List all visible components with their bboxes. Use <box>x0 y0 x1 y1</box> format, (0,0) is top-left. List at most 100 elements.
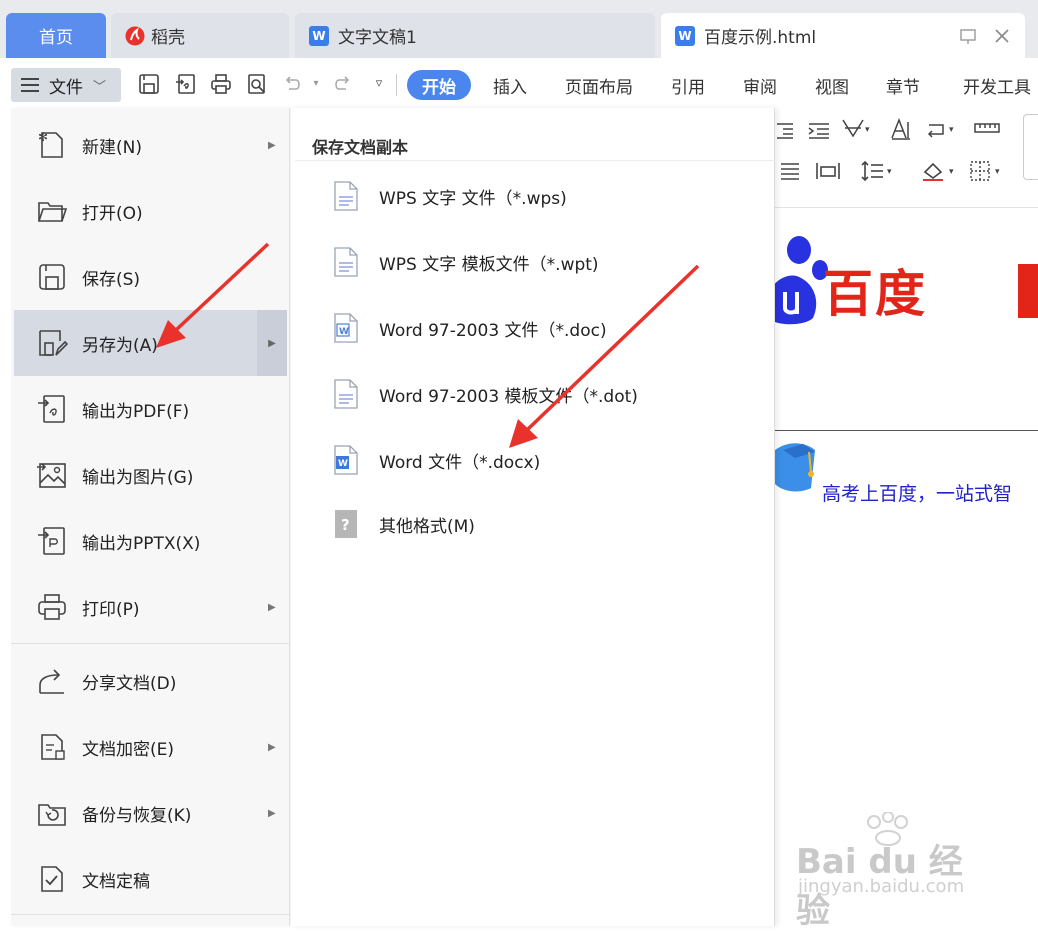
text-direction-icon[interactable]: ▾ <box>841 118 871 145</box>
align-justify-icon[interactable] <box>779 160 801 187</box>
menu-divider <box>11 643 290 644</box>
menu-item-label: 输出为图片(G) <box>82 467 194 488</box>
document-canvas: 百度 高考上百度，一站式智 Bai du 经验 jingyan.baidu.co… <box>775 208 1038 931</box>
save-icon[interactable] <box>138 73 160 95</box>
tab-bar: 首页 稻壳 W 文字文稿1 W 百度示例.html <box>0 0 1038 58</box>
line-break-icon[interactable]: ▾ <box>925 120 959 145</box>
tab-daoke-label: 稻壳 <box>151 28 185 48</box>
submenu-arrow-icon: ▶ <box>257 310 287 376</box>
document-link-text[interactable]: 高考上百度，一站式智 <box>822 479 1012 506</box>
ribbon-tab-developer[interactable]: 开发工具 <box>963 73 1031 98</box>
file-menu: ✻ 新建(N) ▶ 打开(O) 保存(S) 另存为(A) ▶ 输出为PDF(F)… <box>11 108 290 926</box>
tab-doc1-label: 文字文稿1 <box>338 28 417 48</box>
formatting-ribbon: ▾ ▾ ▾ ▾ ▾ <box>775 112 1038 208</box>
ribbon-tab-references[interactable]: 引用 <box>671 73 705 98</box>
save-as-submenu: 保存文档副本 WPS 文字 文件（*.wps) WPS 文字 模板文件（*.wp… <box>291 108 775 926</box>
word-template-icon <box>334 379 358 409</box>
submenu-item-label: Word 97-2003 模板文件（*.dot) <box>379 386 638 407</box>
menu-item-label: 输出为PDF(F) <box>82 401 190 422</box>
menu-item-export-pdf[interactable]: 输出为PDF(F) <box>14 376 287 442</box>
menu-item-label: 分享文档(D) <box>82 673 177 694</box>
menu-item-label: 保存(S) <box>82 269 141 290</box>
submenu-item-label: WPS 文字 模板文件（*.wpt) <box>379 254 599 275</box>
ruler-icon[interactable] <box>973 118 1001 143</box>
menu-item-label: 打开(O) <box>82 203 143 224</box>
ribbon-tab-start[interactable]: 开始 <box>407 70 471 100</box>
text-effect-icon[interactable] <box>889 117 913 145</box>
tab-active-label: 百度示例.html <box>704 28 817 48</box>
word-doc-icon: W <box>334 313 358 343</box>
line-spacing-icon[interactable]: ▾ <box>861 160 897 187</box>
submenu-arrow-icon: ▶ <box>268 741 276 753</box>
menu-item-label: 备份与恢复(K) <box>82 805 192 826</box>
file-menu-button[interactable]: 文件 ﹀ <box>11 68 121 102</box>
watermark-url-text: jingyan.baidu.com <box>798 876 965 897</box>
menu-item-save-as[interactable]: 另存为(A) ▶ <box>14 310 287 376</box>
ribbon-tab-page-layout[interactable]: 页面布局 <box>565 73 633 98</box>
submenu-item-label: Word 文件（*.docx) <box>379 452 541 473</box>
increase-indent-icon[interactable] <box>807 120 831 145</box>
print-preview-icon[interactable] <box>246 73 268 95</box>
menu-item-label: 文档定稿 <box>82 871 150 892</box>
borders-icon[interactable]: ▾ <box>969 160 1007 187</box>
redo-icon[interactable] <box>331 73 353 95</box>
baidu-logo-text: 百度 <box>823 265 927 323</box>
save-as-doc[interactable]: W Word 97-2003 文件（*.doc) <box>291 298 775 358</box>
baidu-jingyan-watermark: Bai du 经验 jingyan.baidu.com <box>796 812 996 931</box>
daoke-logo-icon <box>125 26 145 45</box>
svg-text:✻: ✻ <box>38 130 48 144</box>
shading-icon[interactable]: ▾ <box>921 160 959 187</box>
menu-item-new[interactable]: ✻ 新建(N) ▶ <box>14 112 287 178</box>
partial-logo-block <box>1018 264 1038 318</box>
styles-gallery[interactable] <box>1023 114 1038 180</box>
graduation-cap-icon <box>775 443 815 492</box>
encrypt-icon <box>41 734 65 760</box>
print-icon[interactable] <box>210 73 232 95</box>
menu-item-encrypt[interactable]: 文档加密(E) ▶ <box>14 714 287 780</box>
undo-dropdown-icon[interactable]: ▾ <box>305 73 327 95</box>
submenu-item-label: Word 97-2003 文件（*.doc) <box>379 320 607 341</box>
distributed-align-icon[interactable] <box>815 160 841 187</box>
save-as-other-format[interactable]: ? 其他格式(M) <box>291 494 775 554</box>
tab-daoke[interactable]: 稻壳 <box>111 13 289 58</box>
close-icon[interactable] <box>993 27 1011 50</box>
pin-icon[interactable] <box>959 27 977 50</box>
tab-active-document[interactable]: W 百度示例.html <box>661 13 1025 58</box>
menu-item-share[interactable]: 分享文档(D) <box>14 648 287 714</box>
menu-item-export-pptx[interactable]: 输出为PPTX(X) <box>14 508 287 574</box>
menu-item-save[interactable]: 保存(S) <box>14 244 287 310</box>
save-as-wps[interactable]: WPS 文字 文件（*.wps) <box>291 166 775 226</box>
menu-item-export-image[interactable]: 输出为图片(G) <box>14 442 287 508</box>
menu-item-label: 另存为(A) <box>82 335 158 356</box>
export-pdf-icon[interactable] <box>174 73 196 95</box>
save-as-wpt[interactable]: WPS 文字 模板文件（*.wpt) <box>291 232 775 292</box>
ribbon-tab-insert[interactable]: 插入 <box>493 73 527 98</box>
submenu-title: 保存文档副本 <box>312 138 409 157</box>
export-image-icon <box>37 463 66 488</box>
menu-item-finalize[interactable]: 文档定稿 <box>14 846 287 912</box>
backup-icon <box>38 804 66 826</box>
folder-icon <box>38 202 68 222</box>
menu-item-backup[interactable]: 备份与恢复(K) ▶ <box>14 780 287 846</box>
decrease-indent-icon[interactable] <box>775 120 795 145</box>
more-dropdown-icon[interactable]: ▿ <box>368 73 390 95</box>
tab-doc1[interactable]: W 文字文稿1 <box>295 13 655 58</box>
menu-item-open[interactable]: 打开(O) <box>14 178 287 244</box>
submenu-item-label: 其他格式(M) <box>379 516 475 537</box>
menu-item-print[interactable]: 打印(P) ▶ <box>14 574 287 640</box>
svg-text:▾: ▾ <box>865 125 870 135</box>
tab-home[interactable]: 首页 <box>6 13 106 58</box>
menu-item-label: 文档加密(E) <box>82 739 175 760</box>
undo-icon[interactable] <box>282 73 304 95</box>
word-docx-icon: W <box>334 445 358 475</box>
ribbon-tab-chapter[interactable]: 章节 <box>886 73 920 98</box>
wps-file-icon <box>334 181 358 211</box>
menu-item-label: 新建(N) <box>82 137 142 158</box>
ribbon-tab-review[interactable]: 审阅 <box>743 73 777 98</box>
toolbar: 文件 ﹀ ▾ ▿ 开始 插入 页面布局 引用 审阅 视图 章节 开发工具 <box>0 58 1038 112</box>
ribbon-tab-view[interactable]: 视图 <box>815 73 849 98</box>
save-as-dot[interactable]: Word 97-2003 模板文件（*.dot) <box>291 364 775 424</box>
toolbar-separator <box>396 74 397 96</box>
finalize-icon <box>41 866 63 892</box>
save-as-docx[interactable]: W Word 文件（*.docx) <box>291 430 775 490</box>
